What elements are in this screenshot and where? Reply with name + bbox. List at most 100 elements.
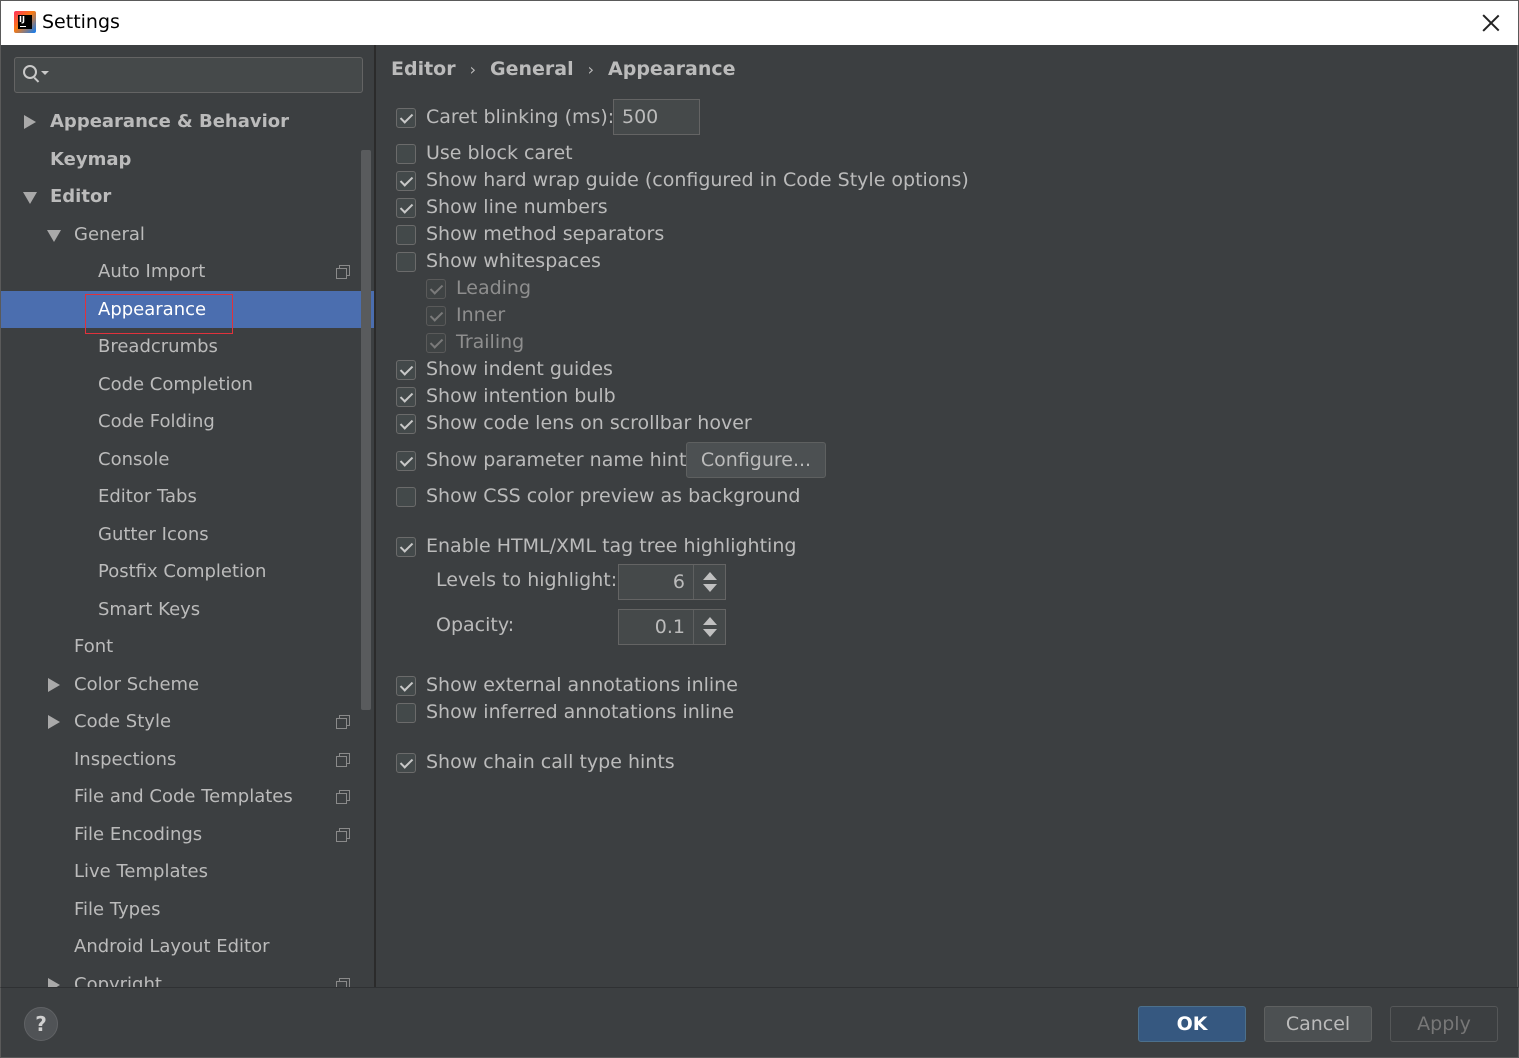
expand-arrow-icon[interactable]: [48, 977, 60, 987]
tree-item-label: Postfix Completion: [98, 561, 267, 582]
tree-item-appearance[interactable]: Appearance: [1, 290, 374, 328]
window-title: Settings: [42, 11, 120, 33]
inner-label: Inner: [456, 304, 506, 326]
tree-item-gutter-icons[interactable]: Gutter Icons: [1, 516, 374, 554]
project-settings-icon: [336, 827, 350, 842]
title-bar: IJ Settings: [0, 0, 1519, 45]
external-annotations-checkbox[interactable]: [396, 676, 416, 696]
levels-value[interactable]: 6: [673, 565, 685, 599]
inner-checkbox[interactable]: [426, 306, 446, 326]
tree-item-label: Editor Tabs: [98, 486, 197, 507]
tree-item-console[interactable]: Console: [1, 441, 374, 479]
breadcrumb: Editor › General › Appearance: [391, 58, 736, 80]
tree-item-font[interactable]: Font: [1, 628, 374, 666]
line-numbers-checkbox[interactable]: [396, 198, 416, 218]
dialog-footer: ? OK Cancel Apply: [0, 987, 1519, 1058]
intention-bulb-label: Show intention bulb: [426, 385, 616, 407]
caret-blinking-label: Caret blinking (ms):: [426, 106, 615, 128]
whitespaces-checkbox[interactable]: [396, 252, 416, 272]
tree-item-live-templates[interactable]: Live Templates: [1, 853, 374, 891]
tree-item-label: Gutter Icons: [98, 523, 209, 545]
tree-item-label: Code Completion: [98, 373, 253, 395]
collapse-arrow-icon[interactable]: [23, 192, 37, 204]
chain-call-hints-checkbox[interactable]: [396, 753, 416, 773]
opacity-spinner[interactable]: 0.1: [618, 609, 726, 645]
block-caret-checkbox[interactable]: [396, 144, 416, 164]
parameter-hints-checkbox[interactable]: [396, 451, 416, 471]
tree-item-code-style[interactable]: Code Style: [1, 703, 374, 741]
tree-item-auto-import[interactable]: Auto Import: [1, 253, 374, 291]
tree-item-label: Console: [98, 448, 170, 470]
method-separators-checkbox[interactable]: [396, 225, 416, 245]
spinner-up-icon[interactable]: [703, 572, 717, 580]
sidebar-scrollbar[interactable]: [361, 150, 371, 710]
tree-item-file-and-code-templates[interactable]: File and Code Templates: [1, 778, 374, 816]
tree-item-editor[interactable]: Editor: [1, 178, 374, 216]
opacity-value[interactable]: 0.1: [655, 610, 685, 644]
levels-to-highlight-spinner[interactable]: 6: [618, 564, 726, 600]
spinner-down-icon[interactable]: [703, 584, 717, 592]
expand-arrow-icon[interactable]: [48, 715, 60, 729]
ok-button[interactable]: OK: [1138, 1006, 1246, 1042]
tree-item-editor-tabs[interactable]: Editor Tabs: [1, 478, 374, 516]
caret-blinking-ms-input[interactable]: 500: [613, 99, 700, 135]
search-input[interactable]: [59, 62, 354, 88]
caret-blinking-checkbox[interactable]: [396, 108, 416, 128]
spinner-down-icon[interactable]: [703, 629, 717, 637]
levels-spinner-arrows[interactable]: [693, 565, 725, 599]
tree-item-label: File Types: [74, 898, 161, 920]
breadcrumb-separator: ›: [469, 60, 477, 79]
breadcrumb-item-editor[interactable]: Editor: [391, 58, 456, 80]
project-settings-icon: [336, 977, 350, 987]
tree-item-code-folding[interactable]: Code Folding: [1, 403, 374, 441]
tree-item-label: Editor: [50, 186, 112, 207]
tree-item-inspections[interactable]: Inspections: [1, 741, 374, 779]
indent-guides-checkbox[interactable]: [396, 360, 416, 380]
project-settings-icon: [336, 752, 350, 767]
hard-wrap-guide-checkbox[interactable]: [396, 171, 416, 191]
tree-item-label: General: [74, 223, 145, 245]
tree-item-code-completion[interactable]: Code Completion: [1, 366, 374, 404]
tree-item-file-encodings[interactable]: File Encodings: [1, 816, 374, 854]
search-icon[interactable]: [23, 65, 49, 85]
leading-checkbox[interactable]: [426, 279, 446, 299]
tree-item-android-layout-editor[interactable]: Android Layout Editor: [1, 928, 374, 966]
cancel-button[interactable]: Cancel: [1264, 1006, 1372, 1042]
intention-bulb-checkbox[interactable]: [396, 387, 416, 407]
code-lens-checkbox[interactable]: [396, 414, 416, 434]
expand-arrow-icon[interactable]: [48, 677, 60, 692]
breadcrumb-item-general[interactable]: General: [490, 58, 574, 80]
configure-button[interactable]: Configure...: [686, 442, 826, 478]
opacity-label: Opacity:: [436, 614, 515, 636]
tree-item-label: Code Folding: [98, 411, 215, 432]
block-caret-label: Use block caret: [426, 142, 573, 164]
leading-label: Leading: [456, 277, 532, 299]
tree-item-postfix-completion[interactable]: Postfix Completion: [1, 553, 374, 591]
tree-item-breadcrumbs[interactable]: Breadcrumbs: [1, 328, 374, 366]
tree-item-keymap[interactable]: Keymap: [1, 141, 374, 179]
chain-call-hints-label: Show chain call type hints: [426, 751, 675, 773]
search-box[interactable]: [14, 57, 363, 93]
tree-item-appearance-behavior[interactable]: Appearance & Behavior: [1, 103, 374, 141]
spinner-up-icon[interactable]: [703, 617, 717, 625]
close-window-button[interactable]: [1478, 10, 1504, 36]
css-color-preview-checkbox[interactable]: [396, 487, 416, 507]
tree-item-copyright[interactable]: Copyright: [1, 966, 374, 987]
method-separators-label: Show method separators: [426, 223, 665, 245]
tree-item-general[interactable]: General: [1, 216, 374, 254]
opacity-spinner-arrows[interactable]: [693, 610, 725, 644]
tag-tree-highlighting-checkbox[interactable]: [396, 537, 416, 557]
project-settings-icon: [336, 715, 350, 729]
trailing-label: Trailing: [456, 331, 525, 353]
tree-item-file-types[interactable]: File Types: [1, 891, 374, 929]
css-color-preview-label: Show CSS color preview as background: [426, 485, 801, 507]
trailing-checkbox[interactable]: [426, 333, 446, 353]
collapse-arrow-icon[interactable]: [47, 229, 61, 242]
inferred-annotations-checkbox[interactable]: [396, 703, 416, 723]
tree-item-smart-keys[interactable]: Smart Keys: [1, 591, 374, 629]
help-button[interactable]: ?: [24, 1007, 58, 1041]
expand-arrow-icon[interactable]: [24, 115, 36, 129]
tree-item-label: Auto Import: [98, 261, 206, 282]
tree-item-color-scheme[interactable]: Color Scheme: [1, 666, 374, 704]
apply-button[interactable]: Apply: [1390, 1006, 1498, 1042]
